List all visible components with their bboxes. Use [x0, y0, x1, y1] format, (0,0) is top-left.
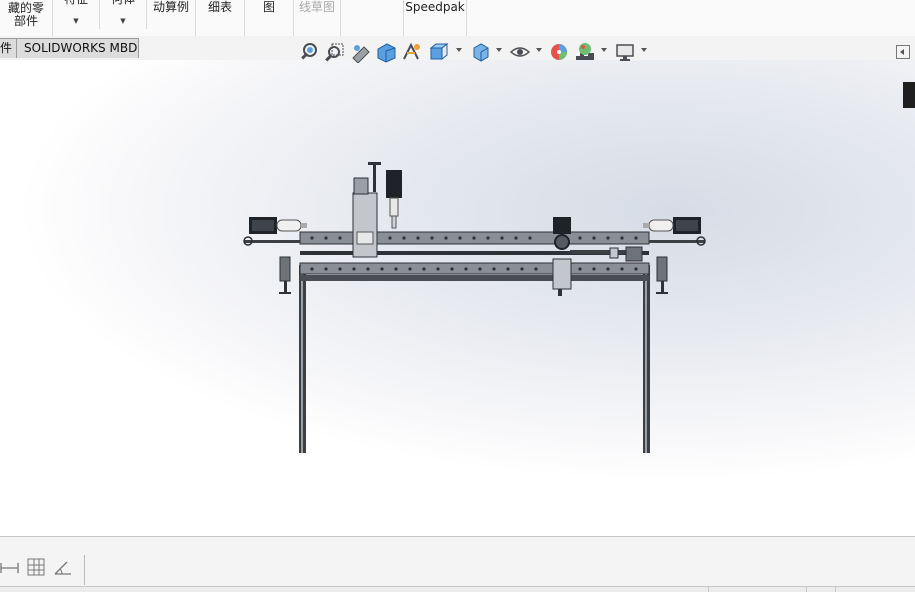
- chevron-down-icon[interactable]: [641, 48, 647, 52]
- lead-screw-cap: [368, 162, 381, 165]
- chevron-down-icon[interactable]: [496, 48, 502, 52]
- left-motor-coupler: [276, 219, 302, 232]
- dynamic-annotation-view-icon[interactable]: [401, 41, 423, 63]
- status-separator: [835, 587, 836, 592]
- task-pane-tab[interactable]: [903, 82, 915, 108]
- ribbon-view-button[interactable]: 图: [245, 0, 294, 37]
- center-motor: [553, 217, 571, 234]
- edit-appearance-icon[interactable]: [548, 41, 570, 63]
- display-style-icon[interactable]: [470, 41, 492, 63]
- ribbon-label: Speedpak: [405, 0, 465, 14]
- motor-face: [676, 220, 698, 231]
- chevron-down-icon: ▼: [120, 17, 126, 25]
- dimension-icon[interactable]: [0, 560, 20, 574]
- spindle-tool: [389, 197, 399, 217]
- frame-leg-highlight: [301, 265, 303, 453]
- status-separator: [806, 587, 807, 592]
- angle-icon[interactable]: [54, 559, 72, 575]
- ribbon-label: 图: [262, 0, 275, 14]
- hide-show-items-icon[interactable]: [509, 41, 531, 63]
- motor-face: [252, 220, 274, 231]
- rod-block: [609, 247, 619, 259]
- right-bracket: [656, 256, 668, 282]
- right-motor-coupler: [648, 219, 674, 232]
- bracket-foot: [656, 292, 668, 294]
- ribbon-label: 部件: [13, 14, 38, 28]
- tool-bit: [391, 215, 397, 229]
- chevron-down-icon: ▼: [73, 17, 79, 25]
- status-separator: [708, 587, 709, 592]
- view-orientation-icon[interactable]: [428, 41, 450, 63]
- ribbon-label: 动算例: [152, 0, 189, 14]
- grid-icon[interactable]: [27, 558, 45, 576]
- ribbon-bom-button[interactable]: 细表: [196, 0, 245, 37]
- ribbon-speedpak-button[interactable]: Speedpak: [404, 0, 467, 37]
- limit-switch: [625, 246, 643, 262]
- z-lead-screw: [373, 162, 376, 192]
- ribbon-hidden-components-button[interactable]: 藏的零 部件: [0, 0, 53, 38]
- collapse-panel-icon[interactable]: [896, 45, 910, 59]
- left-bracket: [279, 256, 291, 282]
- frame-lower-beam: [300, 275, 649, 281]
- status-bar: [0, 586, 915, 592]
- bracket-foot: [279, 292, 291, 294]
- zoom-to-fit-icon[interactable]: [298, 41, 320, 63]
- center-pulley: [554, 234, 570, 250]
- ribbon-empty-group: [341, 0, 404, 36]
- ribbon-3d-sketch-button[interactable]: 线草图: [294, 0, 341, 37]
- frame-leg-highlight: [645, 265, 647, 453]
- command-manager-ribbon: 藏的零 部件 特征 ▼ 何体 ▼ 动算例 细表 图 线草图 Speedpak: [0, 0, 915, 38]
- section-view-icon[interactable]: [375, 41, 397, 63]
- center-carriage: [552, 258, 572, 290]
- x-rail-lower: [299, 262, 650, 275]
- apply-scene-icon[interactable]: [574, 41, 596, 63]
- previous-view-icon[interactable]: [350, 41, 372, 64]
- ribbon-label: 线草图: [298, 0, 335, 14]
- ribbon-label: 特征: [53, 0, 99, 6]
- heads-up-view-toolbar: [0, 40, 915, 64]
- bottom-tool-panel: [0, 536, 915, 587]
- ribbon-geometry-button[interactable]: 何体 ▼: [100, 0, 147, 29]
- coupler-tip: [301, 223, 307, 228]
- ribbon-label: 细表: [207, 0, 232, 14]
- chevron-down-icon[interactable]: [601, 48, 607, 52]
- chevron-down-icon[interactable]: [536, 48, 542, 52]
- ribbon-features-button[interactable]: 特征 ▼: [53, 0, 100, 29]
- chevron-down-icon[interactable]: [456, 48, 462, 52]
- coupler-tip: [643, 223, 649, 228]
- carriage-head: [353, 177, 369, 195]
- ribbon-label: 何体: [100, 0, 146, 6]
- machine-frame-model[interactable]: [0, 60, 915, 536]
- carriage-bolt: [558, 289, 562, 296]
- z-carriage: [352, 192, 378, 258]
- zoom-to-area-icon[interactable]: [323, 41, 345, 63]
- view-settings-icon[interactable]: [614, 41, 636, 63]
- graphics-area[interactable]: [0, 60, 915, 536]
- ribbon-motion-study-button[interactable]: 动算例: [147, 0, 196, 37]
- spindle-motor: [386, 170, 402, 198]
- carriage-plate: [356, 231, 374, 245]
- bottom-icon-group: [0, 555, 85, 585]
